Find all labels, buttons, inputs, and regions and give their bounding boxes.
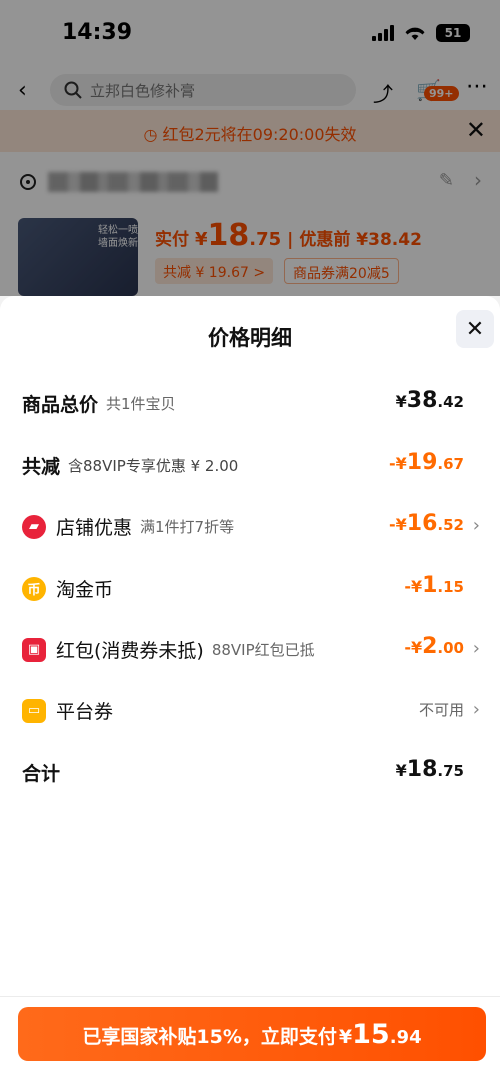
coupon-icon: ▭: [22, 698, 46, 723]
pay-text: 已享国家补贴15%，立即支付: [82, 1026, 337, 1048]
row-sub: 含88VIP专享优惠 ¥ 2.00: [68, 457, 239, 475]
shop-icon: ▰: [22, 514, 46, 539]
close-icon: ✕: [465, 316, 485, 342]
chevron-right-icon: ›: [472, 638, 480, 659]
row-amount: -¥1.15: [404, 573, 464, 598]
price-detail-sheet: 价格明细 ✕ 商品总价 共1件宝贝 ¥38.42 共减 含88VIP专享优惠 ¥…: [0, 296, 500, 1069]
row-amount: -¥16.52: [389, 511, 464, 536]
row-amount: ¥38.42: [395, 388, 464, 413]
row-label: 店铺优惠: [56, 517, 133, 539]
row-label: 红包(消费券未抵): [56, 640, 204, 662]
chevron-right-icon: ›: [472, 699, 480, 720]
row-taojinbi: 币 淘金币 -¥1.15: [0, 567, 500, 607]
pay-bar: 已享国家补贴15%，立即支付 ¥ 15 .94: [0, 996, 500, 1069]
row-shop-discount[interactable]: ▰ 店铺优惠 满1件打7折等 -¥16.52 ›: [0, 505, 500, 545]
chevron-right-icon: ›: [472, 515, 480, 536]
sheet-title: 价格明细: [208, 326, 292, 350]
row-label: 共减: [22, 456, 61, 478]
red-packet-icon: ▣: [22, 637, 46, 662]
row-label: 淘金币: [56, 579, 114, 601]
row-label: 合计: [22, 763, 61, 785]
row-total-discount: 共减 含88VIP专享优惠 ¥ 2.00 -¥19.67: [0, 444, 500, 484]
row-red-packet[interactable]: ▣ 红包(消费券未抵) 88VIP红包已抵 -¥2.00 ›: [0, 628, 500, 668]
row-sub: 共1件宝贝: [106, 395, 176, 413]
pay-yen: ¥: [338, 1026, 353, 1048]
row-amount: ¥18.75: [395, 757, 464, 782]
pay-dec: .94: [389, 1027, 422, 1048]
row-amount: -¥19.67: [389, 450, 464, 475]
pay-int: 15: [352, 1019, 390, 1050]
row-label: 平台券: [56, 701, 114, 723]
row-value-text: 不可用: [418, 701, 464, 719]
coin-icon: 币: [22, 576, 46, 601]
row-label: 商品总价: [22, 394, 99, 416]
row-sub: 88VIP红包已抵: [211, 641, 315, 659]
row-sub: 满1件打7折等: [140, 518, 235, 536]
row-total-price: 商品总价 共1件宝贝 ¥38.42: [0, 382, 500, 422]
row-platform-coupon[interactable]: ▭ 平台券 不可用 ›: [0, 689, 500, 729]
row-grand-total: 合计 ¥18.75: [0, 751, 500, 791]
row-amount: -¥2.00: [404, 634, 464, 659]
close-button[interactable]: ✕: [456, 310, 494, 348]
dim-overlay[interactable]: [0, 0, 500, 296]
pay-button[interactable]: 已享国家补贴15%，立即支付 ¥ 15 .94: [18, 1007, 486, 1061]
